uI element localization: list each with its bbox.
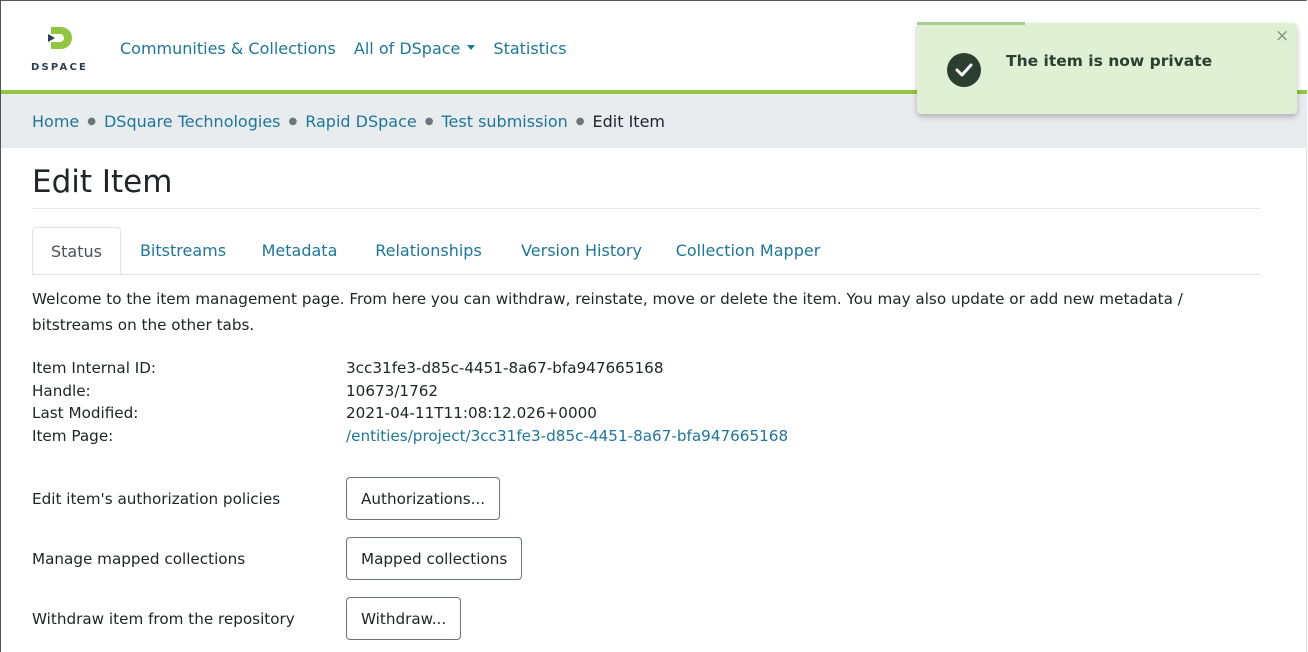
withdraw-button[interactable]: Withdraw... [346,597,462,640]
breadcrumb-rapid-dspace[interactable]: Rapid DSpace [305,112,417,131]
checkmark-icon [955,63,973,77]
item-page-value: /entities/project/3cc31fe3-d85c-4451-8a6… [346,427,788,445]
breadcrumb-dsquare[interactable]: DSquare Technologies [104,112,281,131]
title-divider [32,208,1260,209]
nav-communities-collections[interactable]: Communities & Collections [120,39,336,58]
item-info: Item Internal ID: 3cc31fe3-d85c-4451-8a67… [32,357,788,447]
breadcrumb-separator-icon: ● [87,115,96,127]
toast-progress-bar [917,22,1025,25]
handle-value: 10673/1762 [346,381,439,400]
nav-all-of-dspace-label: All of DSpace [353,39,461,58]
action-row-authorizations: Edit item's authorization policies Autho… [32,477,501,520]
action-row-mapped-collections: Manage mapped collections Mapped collect… [32,537,523,580]
close-icon[interactable]: × [1275,28,1289,45]
breadcrumb-separator-icon: ● [288,115,298,127]
info-label: Item Internal ID: [32,359,157,377]
tab-bitstreams[interactable]: Bitstreams [121,227,245,274]
mapped-collections-button[interactable]: Mapped collections [346,537,523,580]
item-page-link[interactable]: /entities/project/3cc31fe3-d85c-4451-8a6… [346,427,788,445]
info-label: Last Modified: [32,404,139,422]
action-label: Edit item's authorization policies [32,489,281,508]
info-row-last-modified: Last Modified: 2021-04-11T11:08:12.026+00… [32,402,788,425]
last-modified-value: 2021-04-11T11:08:12.026+0000 [346,404,597,422]
edit-item-tabs: Status Bitstreams Metadata Relationships… [32,227,1260,275]
info-label: Item Page: [32,426,114,445]
info-row-item-page: Item Page: /entities/project/3cc31fe3-d85… [32,425,788,448]
breadcrumb-separator-icon: ● [424,115,434,127]
info-label: Handle: [32,381,91,400]
info-row-internal-id: Item Internal ID: 3cc31fe3-d85c-4451-8a67… [32,357,788,380]
item-internal-id-value: 3cc31fe3-d85c-4451-8a67-bfa947665168 [346,359,664,377]
success-toast[interactable]: The item is now private × [917,23,1297,114]
action-label: Manage mapped collections [32,549,246,568]
tab-metadata[interactable]: Metadata [245,227,354,274]
toast-message: The item is now private [1006,52,1213,70]
main-nav: Communities & Collections All of DSpace … [120,39,585,58]
nav-statistics[interactable]: Statistics [493,39,566,58]
welcome-text: Welcome to the item management page. Fro… [32,290,1183,334]
action-label: Withdraw item from the repository [32,609,295,628]
logo-wordmark: DSPACE [31,62,89,73]
page-title: Edit Item [32,164,173,200]
caret-down-icon [467,45,476,50]
breadcrumb-test-submission[interactable]: Test submission [441,112,567,131]
nav-all-of-dspace[interactable]: All of DSpace [354,39,476,58]
check-circle-icon [947,53,981,87]
info-row-handle: Handle: 10673/1762 [32,380,788,403]
dspace-logo-icon [48,27,72,49]
tab-collection-mapper[interactable]: Collection Mapper [660,227,836,274]
breadcrumb-separator-icon: ● [575,115,585,127]
tab-status[interactable]: Status [32,227,121,274]
action-row-withdraw: Withdraw item from the repository Withdr… [32,597,462,640]
authorizations-button[interactable]: Authorizations... [346,477,501,520]
tab-version-history[interactable]: Version History [503,227,660,274]
breadcrumb-current: Edit Item [592,111,666,131]
breadcrumb-home[interactable]: Home [32,112,79,131]
tab-relationships[interactable]: Relationships [354,227,503,274]
